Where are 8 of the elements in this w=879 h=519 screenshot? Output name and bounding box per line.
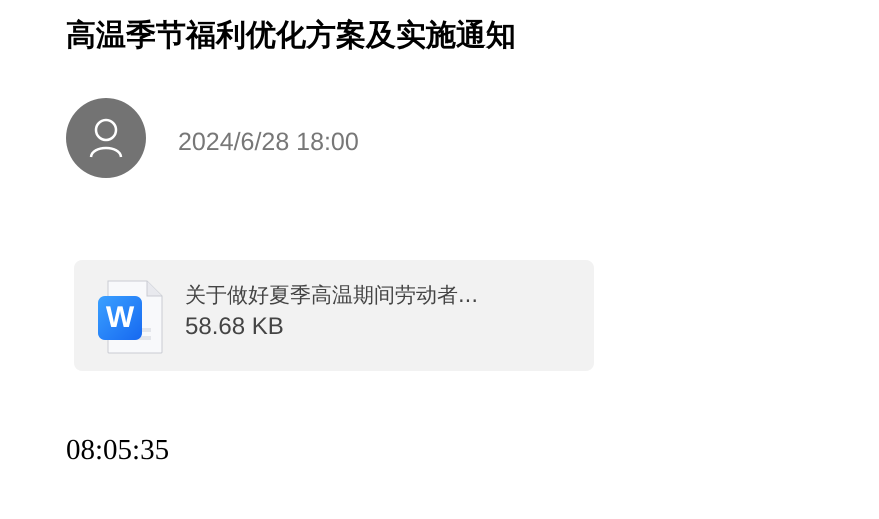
attachment-card[interactable]: W 关于做好夏季高温期间劳动者... 58.68 KB xyxy=(74,260,594,371)
word-logo-icon: W xyxy=(98,296,142,340)
post-date: 2024/6/28 18:00 xyxy=(178,127,359,158)
file-size: 58.68 KB xyxy=(185,312,285,342)
timestamp: 08:05:35 xyxy=(66,433,170,468)
person-icon xyxy=(88,118,124,158)
article-title: 高温季节福利优化方案及实施通知 xyxy=(66,17,517,55)
file-name: 关于做好夏季高温期间劳动者... xyxy=(185,282,478,309)
